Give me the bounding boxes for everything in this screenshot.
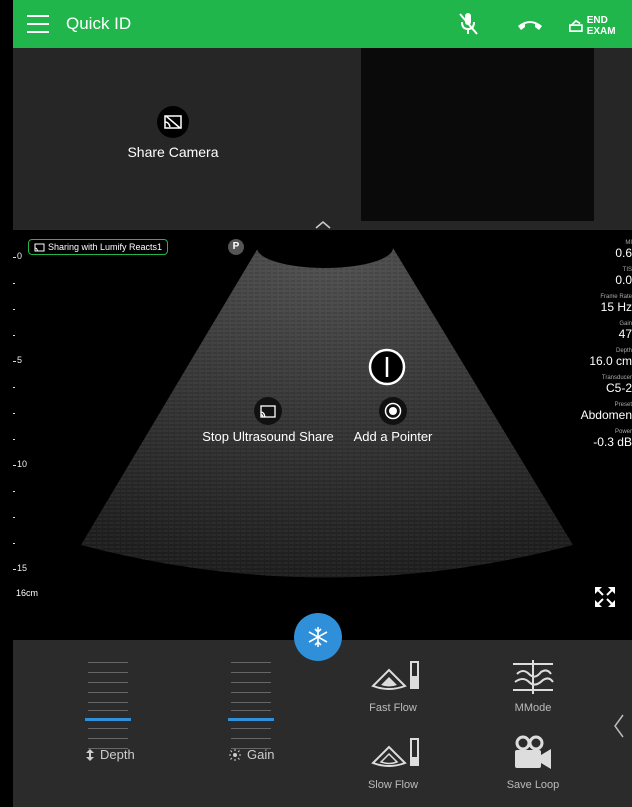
param-value: 47: [618, 327, 632, 341]
param-value: 0.6: [615, 246, 632, 260]
end-exam-button[interactable]: END EXAM: [569, 15, 632, 37]
gain-control[interactable]: Gain: [229, 747, 274, 762]
param-value: Abdomen: [580, 408, 632, 422]
page-title: Quick ID: [66, 14, 132, 33]
pointer-icon: [379, 397, 407, 425]
param-gain: Gain 47: [572, 321, 632, 341]
mmode-icon: [513, 660, 554, 694]
depth-scale: 0 5 10 15: [13, 230, 53, 640]
save-loop-label: Save Loop: [506, 779, 560, 791]
param-mi: MI 0.6: [572, 240, 632, 260]
ultrasound-image-area[interactable]: Sharing with Lumify Reacts1 P 0 5 10 15 …: [13, 230, 632, 640]
slow-flow-icon: [371, 738, 419, 767]
brightness-icon: [229, 748, 241, 761]
param-value: C5-2: [605, 381, 632, 395]
depth-control[interactable]: Depth: [86, 747, 135, 762]
share-camera-icon: [157, 106, 189, 138]
param-tis: TIS 0.0: [572, 267, 632, 287]
sharing-status-text: Sharing with Lumify Reacts1: [48, 242, 163, 252]
slow-flow-button[interactable]: Slow Flow: [353, 735, 433, 791]
add-pointer-button[interactable]: Add a Pointer: [343, 397, 443, 444]
video-panel: Share Camera: [13, 48, 632, 230]
hamburger-menu-icon[interactable]: [27, 15, 49, 33]
param-transducer: Transducer C5-2: [572, 375, 632, 395]
fast-flow-label: Fast Flow: [369, 702, 417, 714]
depth-scale-label: 10: [17, 459, 28, 469]
gain-slider[interactable]: [228, 662, 274, 750]
fullscreen-icon[interactable]: [593, 585, 617, 609]
add-pointer-label: Add a Pointer: [353, 429, 433, 444]
param-value: 16.0 cm: [589, 354, 632, 368]
param-depth: Depth 16.0 cm: [572, 348, 632, 368]
stop-share-label: Stop Ultrasound Share: [202, 429, 334, 444]
stop-ultrasound-share-button[interactable]: Stop Ultrasound Share: [193, 397, 343, 444]
imaging-parameters: MI 0.6 TIS 0.0 Frame Rate 15 Hz Gain 47 Dept…: [572, 240, 632, 456]
remote-video-feed: [361, 48, 594, 221]
depth-scale-label: 0: [17, 251, 23, 261]
top-bar: Quick ID END EXAM: [13, 0, 632, 48]
end-exam-icon: [569, 19, 583, 33]
gain-label: Gain: [247, 747, 275, 762]
probe-orientation-badge: P: [228, 239, 244, 255]
depth-scale-ticks: [13, 257, 16, 570]
video-camera-icon: [515, 735, 551, 769]
vertical-arrows-icon: [86, 748, 94, 761]
depth-scale-label: 15: [17, 563, 28, 573]
slow-flow-label: Slow Flow: [367, 779, 419, 791]
depth-marker: 16cm: [16, 588, 39, 598]
color-flow-icon: [371, 661, 419, 690]
chevron-up-icon[interactable]: [313, 218, 333, 230]
hang-up-icon[interactable]: [516, 14, 544, 34]
share-camera-button[interactable]: Share Camera: [113, 106, 233, 160]
snowflake-icon: [308, 627, 328, 647]
param-preset: Preset Abdomen: [572, 402, 632, 422]
mmode-button[interactable]: MMode: [493, 658, 573, 714]
param-value: -0.3 dB: [593, 435, 632, 449]
cast-icon: [254, 397, 282, 425]
share-camera-label: Share Camera: [127, 144, 219, 160]
depth-scale-label: 5: [17, 355, 23, 365]
fast-flow-button[interactable]: Fast Flow: [353, 658, 433, 714]
freeze-button[interactable]: [294, 613, 342, 661]
save-loop-button[interactable]: Save Loop: [493, 735, 573, 791]
control-panel: Depth Gain Fast Flow MMode Slow Flow Sav…: [13, 613, 632, 807]
chevron-left-icon[interactable]: [613, 713, 625, 739]
mic-off-icon[interactable]: [457, 11, 479, 37]
text-cursor-icon: [368, 348, 406, 386]
param-frame-rate: Frame Rate 15 Hz: [572, 294, 632, 314]
depth-slider[interactable]: [85, 662, 131, 750]
mmode-label: MMode: [514, 702, 552, 714]
end-exam-label: END EXAM: [586, 15, 616, 37]
param-value: 15 Hz: [600, 300, 632, 314]
depth-label: Depth: [100, 747, 135, 762]
param-power: Power -0.3 dB: [572, 429, 632, 449]
param-value: 0.0: [615, 273, 632, 287]
